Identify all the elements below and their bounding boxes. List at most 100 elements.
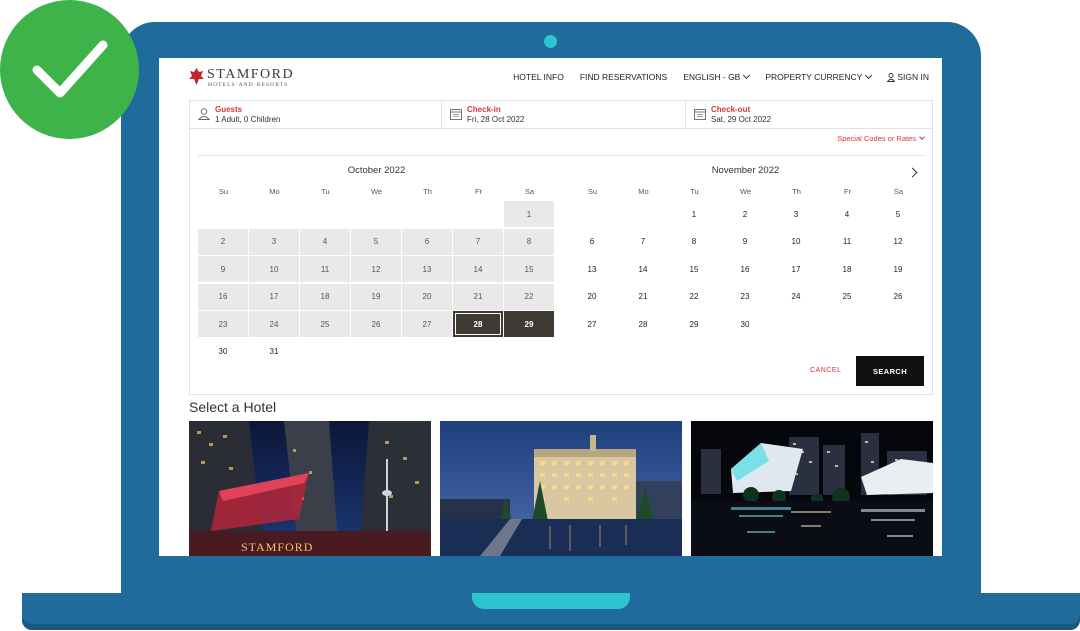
hotel-card-auckland[interactable]: STAMFORD — [189, 421, 431, 556]
calendar-day[interactable]: 3 — [249, 228, 299, 255]
calendar-day[interactable]: 2 — [720, 201, 770, 227]
calendar-day[interactable]: 10 — [771, 229, 821, 255]
calendar-day[interactable]: 6 — [402, 228, 452, 255]
calendar-day[interactable]: 5 — [351, 228, 401, 255]
weekday-label: Mo — [638, 187, 649, 196]
calendar-day[interactable]: 12 — [351, 256, 401, 282]
calendar-day[interactable]: 19 — [873, 256, 923, 282]
calendar-day[interactable]: 20 — [402, 283, 452, 310]
calendar-icon — [450, 109, 462, 120]
month-title: October 2022 — [347, 165, 406, 176]
calendar-day[interactable]: 1 — [504, 201, 554, 227]
calendar-day[interactable]: 13 — [567, 256, 617, 282]
calendar-day[interactable]: 23 — [198, 311, 248, 337]
cancel-button[interactable]: CANCEL — [810, 367, 841, 374]
calendar-day[interactable]: 6 — [567, 229, 617, 255]
weekday-label: Su — [587, 187, 598, 196]
search-button[interactable]: SEARCH — [856, 356, 924, 386]
calendar-day[interactable]: 28 — [618, 311, 668, 337]
chevron-down-icon — [865, 71, 873, 80]
calendar-day[interactable]: 23 — [720, 284, 770, 310]
calendar-day[interactable]: 9 — [198, 256, 248, 282]
calendar-day[interactable]: 15 — [669, 256, 719, 282]
weekday-label: Sa — [893, 187, 904, 196]
divider — [198, 155, 924, 156]
calendar-day[interactable]: 18 — [822, 256, 872, 282]
weekday-label: Sa — [524, 187, 535, 196]
weekday-label: Tu — [321, 187, 330, 196]
guests-label: Guests — [215, 105, 243, 114]
language-label: ENGLISH - GB — [683, 72, 741, 82]
calendar-day[interactable]: 21 — [453, 283, 503, 310]
user-icon — [198, 108, 210, 120]
weekday-label: Fr — [474, 187, 483, 196]
hotel-card-anglesea[interactable] — [440, 421, 682, 556]
special-codes-label: Special Codes or Rates — [837, 134, 916, 143]
browser-screen: STAMFORD HOTELS·AND·RESORTS HOTEL INFO F… — [159, 58, 942, 556]
weekday-label: We — [370, 187, 383, 196]
calendar-day[interactable]: 27 — [402, 311, 452, 337]
calendar-day[interactable]: 15 — [504, 256, 554, 282]
calendar-day[interactable]: 28 — [453, 311, 503, 337]
calendar-icon — [694, 109, 706, 120]
nav-hotel-info[interactable]: HOTEL INFO — [513, 72, 564, 82]
calendar-day[interactable]: 16 — [198, 283, 248, 310]
weekday-label: Mo — [269, 187, 280, 196]
calendar-day[interactable]: 5 — [873, 201, 923, 227]
calendar-day[interactable]: 7 — [618, 229, 668, 255]
calendar-day[interactable]: 21 — [618, 284, 668, 310]
calendar-day[interactable]: 2 — [198, 228, 248, 255]
calendar-day[interactable]: 29 — [504, 311, 554, 337]
section-title: Select a Hotel — [189, 399, 277, 415]
hotel-card-adelaide[interactable] — [691, 421, 933, 556]
checkin-field[interactable]: Check-in Fri, 28 Oct 2022 — [442, 101, 686, 129]
calendar-day[interactable]: 25 — [822, 284, 872, 310]
calendar-day[interactable]: 13 — [402, 256, 452, 282]
calendar-day[interactable]: 11 — [300, 256, 350, 282]
checkout-field[interactable]: Check-out Sat, 29 Oct 2022 — [686, 101, 932, 129]
calendar-day[interactable]: 3 — [771, 201, 821, 227]
sign-in-link[interactable]: SIGN IN — [887, 72, 929, 82]
currency-label: PROPERTY CURRENCY — [765, 72, 863, 82]
currency-dropdown[interactable]: PROPERTY CURRENCY — [765, 71, 873, 82]
calendar-day[interactable]: 30 — [720, 311, 770, 337]
calendar-day[interactable]: 14 — [453, 256, 503, 282]
calendar-day[interactable]: 11 — [822, 229, 872, 255]
calendar-day[interactable]: 24 — [249, 311, 299, 337]
calendar-day[interactable]: 26 — [351, 311, 401, 337]
calendar-day[interactable]: 24 — [771, 284, 821, 310]
nav-find-reservations[interactable]: FIND RESERVATIONS — [580, 72, 667, 82]
calendar-day[interactable]: 29 — [669, 311, 719, 337]
calendar-day[interactable]: 18 — [300, 283, 350, 310]
calendar-day[interactable]: 14 — [618, 256, 668, 282]
calendar-day[interactable]: 26 — [873, 284, 923, 310]
calendar-day[interactable]: 27 — [567, 311, 617, 337]
calendar-day[interactable]: 20 — [567, 284, 617, 310]
calendar-day[interactable]: 10 — [249, 256, 299, 282]
calendar-day[interactable]: 12 — [873, 229, 923, 255]
calendar-day[interactable]: 9 — [720, 229, 770, 255]
guests-field[interactable]: Guests 1 Adult, 0 Children — [190, 101, 442, 129]
calendar-day[interactable]: 22 — [669, 284, 719, 310]
calendar-day[interactable]: 31 — [249, 339, 299, 365]
calendar-day[interactable]: 8 — [669, 229, 719, 255]
calendar-day[interactable]: 30 — [198, 339, 248, 365]
calendar-day[interactable]: 8 — [504, 228, 554, 255]
calendar-day[interactable]: 1 — [669, 201, 719, 227]
weekday-label: We — [739, 187, 752, 196]
calendar-day[interactable]: 17 — [249, 283, 299, 310]
language-dropdown[interactable]: ENGLISH - GB — [683, 71, 751, 82]
calendar-day[interactable]: 22 — [504, 283, 554, 310]
site-header: STAMFORD HOTELS·AND·RESORTS HOTEL INFO F… — [159, 58, 942, 98]
chevron-down-icon — [743, 71, 751, 80]
calendar-day[interactable]: 16 — [720, 256, 770, 282]
calendar-day[interactable]: 4 — [300, 228, 350, 255]
special-codes-link[interactable]: Special Codes or Rates — [837, 134, 925, 143]
hotel-sign-text: STAMFORD — [241, 540, 313, 554]
calendar-day[interactable]: 17 — [771, 256, 821, 282]
calendar-day[interactable]: 4 — [822, 201, 872, 227]
calendar-day[interactable]: 19 — [351, 283, 401, 310]
hotel-image — [691, 421, 933, 556]
calendar-day[interactable]: 7 — [453, 228, 503, 255]
calendar-day[interactable]: 25 — [300, 311, 350, 337]
